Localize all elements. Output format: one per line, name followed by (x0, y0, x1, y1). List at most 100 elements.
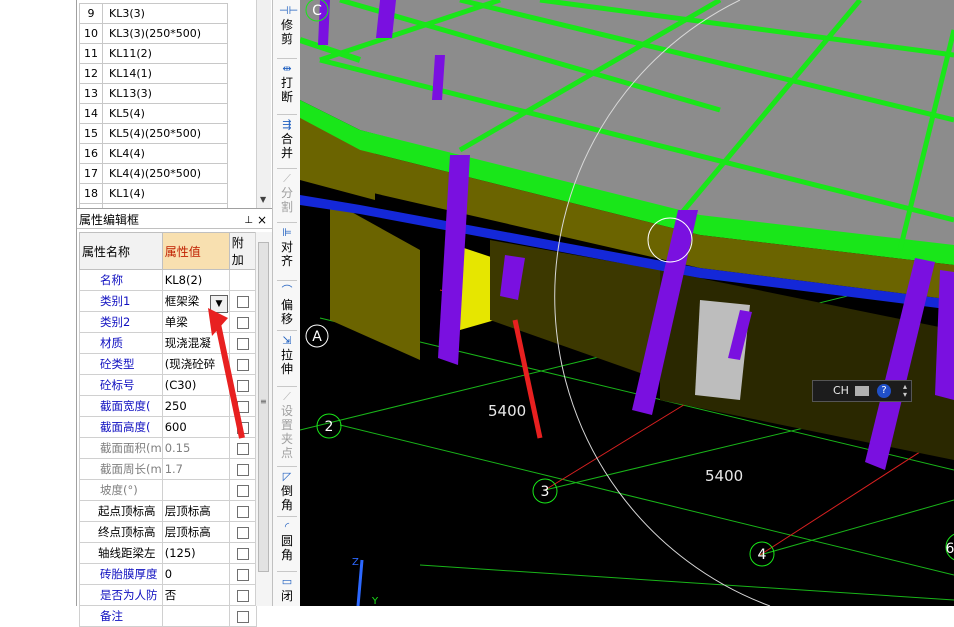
property-extra-cell (228, 584, 257, 606)
toolbar-separator (277, 466, 297, 467)
close-icon[interactable]: × (257, 212, 267, 229)
tool-trim[interactable]: ⊣⊢ 修剪 (273, 4, 301, 46)
component-row[interactable]: 10 KL3(3)(250*500) (79, 23, 228, 44)
property-value[interactable]: 层顶标高 (161, 521, 230, 543)
property-name: 砼标号 (79, 374, 163, 396)
property-row[interactable]: 是否为人防否 (79, 584, 257, 606)
property-extra-cell (228, 479, 257, 501)
component-name[interactable]: KL13(3) (102, 83, 228, 104)
component-name[interactable]: KL1(4)-1 (102, 203, 228, 208)
component-list-scrollbar[interactable]: ▼ (256, 0, 271, 208)
property-name: 材质 (79, 332, 163, 354)
component-name[interactable]: KL5(4) (102, 103, 228, 124)
grid-line (759, 499, 954, 556)
component-name[interactable]: KL4(4) (102, 143, 228, 164)
property-value[interactable] (161, 479, 230, 501)
toolbar-separator (277, 222, 297, 223)
component-row[interactable]: 15 KL5(4)(250*500) (79, 123, 228, 144)
help-icon[interactable]: ? (877, 384, 891, 398)
extra-checkbox[interactable] (236, 526, 249, 539)
property-name: 名称 (79, 269, 163, 291)
axis-bubble-6: 6 (945, 533, 954, 561)
extra-checkbox[interactable] (236, 463, 249, 476)
property-name: 砖胎膜厚度 (79, 563, 163, 585)
pin-icon[interactable]: ⊥ (244, 212, 253, 229)
red-axis-line (544, 394, 701, 491)
property-row[interactable]: 名称 KL8(2) (79, 269, 257, 291)
extra-checkbox[interactable] (236, 589, 249, 602)
component-name[interactable]: KL3(3) (102, 3, 228, 24)
property-value[interactable]: 0 (161, 563, 230, 585)
ime-toolbar[interactable]: CH ? ▴ ▾ (812, 380, 912, 402)
component-row[interactable]: 9 KL3(3) (79, 3, 228, 24)
tool-offset[interactable]: ⌒ 偏移 (273, 284, 301, 326)
extra-checkbox[interactable] (236, 547, 249, 560)
row-number: 19 (79, 203, 103, 208)
property-extra-cell (228, 500, 257, 522)
component-row[interactable]: 12 KL14(1) (79, 63, 228, 84)
toolbar-separator (277, 168, 297, 169)
grid-line (419, 564, 954, 601)
ime-language-label[interactable]: CH (833, 384, 849, 397)
row-number: 16 (79, 143, 103, 164)
tool-close-shape[interactable]: ▭ 闭 (273, 575, 301, 603)
options-icon[interactable]: ▴ ▾ (903, 383, 907, 399)
component-row[interactable]: 14 KL5(4) (79, 103, 228, 124)
property-row[interactable]: 起点顶标高 层顶标高 (79, 500, 257, 522)
tool-label: 打断 (280, 76, 293, 104)
component-row[interactable]: 18 KL1(4) (79, 183, 228, 204)
extra-checkbox[interactable] (236, 568, 249, 581)
property-name: 截面周长(m (79, 458, 163, 480)
property-value[interactable]: (125) (161, 542, 230, 564)
property-row[interactable]: 轴线距梁左 (125) (79, 542, 257, 564)
component-row[interactable]: 17 KL4(4)(250*500) (79, 163, 228, 184)
component-row[interactable]: 11 KL11(2) (79, 43, 228, 64)
3d-viewport[interactable]: C A 2 3 4 6 5400 5400 Z Y (300, 0, 954, 606)
property-extra-cell (228, 521, 257, 543)
component-name[interactable]: KL5(4)(250*500) (102, 123, 228, 144)
component-name[interactable]: KL11(2) (102, 43, 228, 64)
component-row[interactable]: 16 KL4(4) (79, 143, 228, 164)
property-row[interactable]: 截面周长(m 1.7 (79, 458, 257, 480)
axis-label: 3 (541, 484, 550, 500)
component-name[interactable]: KL14(1) (102, 63, 228, 84)
scroll-down-icon[interactable]: ▼ (260, 195, 266, 204)
component-row[interactable]: 13 KL13(3) (79, 83, 228, 104)
toolbar-separator (277, 330, 297, 331)
component-name[interactable]: KL4(4)(250*500) (102, 163, 228, 184)
tool-fillet[interactable]: ◜ 圆角 (273, 520, 301, 562)
tool-split[interactable]: ⟋ 分割 (273, 172, 301, 214)
property-name: 终点顶标高 (79, 521, 163, 543)
extra-checkbox[interactable] (236, 484, 249, 497)
property-row[interactable]: 备注 (79, 605, 257, 627)
property-value[interactable]: 层顶标高 (161, 500, 230, 522)
left-blank-area (0, 0, 76, 606)
tool-grip[interactable]: ⟋ 设置夹点 (273, 390, 301, 460)
component-name[interactable]: KL3(3)(250*500) (102, 23, 228, 44)
header-extra: 附加 (228, 232, 257, 270)
tool-stretch[interactable]: ⇲ 拉伸 (273, 334, 301, 376)
property-header-row: 属性名称 属性值 附加 (79, 232, 257, 270)
property-value[interactable]: 否 (161, 584, 230, 606)
tool-label: 偏移 (280, 298, 293, 326)
property-row[interactable]: 坡度(°) (79, 479, 257, 501)
keyboard-icon[interactable] (855, 386, 869, 396)
component-name[interactable]: KL1(4) (102, 183, 228, 204)
wall-block (330, 200, 420, 360)
tool-merge[interactable]: ⇶ 合并 (273, 118, 301, 160)
property-value[interactable]: 1.7 (161, 458, 230, 480)
row-number: 13 (79, 83, 103, 104)
tool-align[interactable]: ⊫ 对齐 (273, 226, 301, 268)
property-value[interactable] (161, 605, 230, 627)
property-row[interactable]: 终点顶标高 层顶标高 (79, 521, 257, 543)
dimension-label: 5400 (705, 467, 743, 485)
property-row[interactable]: 砖胎膜厚度 0 (79, 563, 257, 585)
extra-checkbox[interactable] (236, 505, 249, 518)
tool-chamfer[interactable]: ◸ 倒角 (273, 470, 301, 512)
tool-break[interactable]: ⇹ 打断 (273, 62, 301, 104)
extra-checkbox[interactable] (236, 610, 249, 623)
property-editor-title: 属性编辑框 (79, 213, 140, 227)
property-value[interactable]: KL8(2) (161, 269, 230, 291)
component-row[interactable]: 19KL1(4)-1 (79, 203, 228, 208)
property-name: 砼类型 (79, 353, 163, 375)
